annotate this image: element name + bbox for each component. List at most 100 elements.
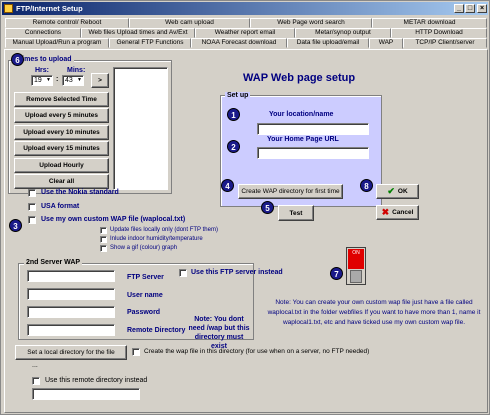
- second-server-note: Note: You dont need /wap but this direct…: [188, 316, 250, 350]
- create-wap-directory-button[interactable]: Create WAP directory for first time: [238, 184, 343, 199]
- remove-selected-time-button[interactable]: Remove Selected Time: [14, 92, 109, 107]
- test-button[interactable]: Test: [278, 205, 314, 221]
- set-local-directory-button[interactable]: Set a local directory for the file: [15, 345, 127, 360]
- badge-5: 5: [261, 201, 274, 214]
- power-switch[interactable]: ON: [346, 247, 366, 285]
- hours-dropdown-icon[interactable]: ▼: [46, 76, 51, 85]
- tab-weather-report-email[interactable]: Weather report email: [195, 28, 295, 38]
- tab-metar-synop-output[interactable]: Metar/synop output: [295, 28, 391, 38]
- upload-every-15-button[interactable]: Upload every 15 minutes: [14, 141, 109, 156]
- x-icon: ✖: [381, 207, 390, 217]
- custom-wap-note: Note: You can create your own custom wap…: [267, 299, 481, 326]
- homepage-label: Your Home Page URL: [267, 136, 339, 143]
- tab-web-cam-upload[interactable]: Web cam upload: [129, 18, 250, 28]
- tab-row-1: Remote control/ Reboot Web cam upload We…: [5, 18, 487, 28]
- user-name-label: User name: [127, 292, 163, 299]
- tab-general-ftp[interactable]: General FTP Functions: [109, 38, 191, 48]
- badge-1: 1: [227, 108, 240, 121]
- location-label: Your location/name: [269, 111, 334, 118]
- minutes-select[interactable]: 43 ▼: [62, 75, 84, 86]
- minimize-button[interactable]: _: [454, 4, 464, 13]
- upload-every-5-button[interactable]: Upload every 5 minutes: [14, 108, 109, 123]
- badge-8: 8: [360, 179, 373, 192]
- use-ftp-server-checkbox[interactable]: [179, 269, 187, 277]
- tab-connections[interactable]: Connections: [5, 28, 81, 38]
- ok-label: OK: [397, 188, 408, 195]
- ok-button[interactable]: ✔ OK: [376, 184, 419, 199]
- badge-6: 6: [11, 53, 24, 66]
- hours-select[interactable]: 19 ▼: [31, 75, 53, 86]
- badge-7: 7: [330, 267, 343, 280]
- close-button[interactable]: ×: [477, 4, 487, 13]
- location-input[interactable]: [257, 123, 369, 135]
- window-title: FTP/Internet Setup: [16, 4, 83, 13]
- cancel-button[interactable]: ✖ Cancel: [376, 205, 419, 220]
- hrs-label: Hrs:: [35, 67, 50, 74]
- times-to-upload-group: Times to upload Hrs: Mins: 19 ▼ : 43 ▼ >…: [8, 56, 172, 194]
- update-local-label: Update files locally only (dont FTP them…: [110, 227, 218, 233]
- check-icon: ✔: [387, 186, 395, 196]
- tab-remote-control[interactable]: Remote control/ Reboot: [5, 18, 129, 28]
- tab-http-download[interactable]: HTTP Download: [391, 28, 487, 38]
- tab-metar-download[interactable]: METAR download: [372, 18, 487, 28]
- upload-times-list[interactable]: [113, 67, 168, 190]
- create-wap-in-dir-checkbox[interactable]: [132, 348, 140, 356]
- upload-every-10-button[interactable]: Upload every 10 minutes: [14, 125, 109, 140]
- add-time-button[interactable]: >: [91, 73, 109, 88]
- maximize-button[interactable]: □: [465, 4, 475, 13]
- ftp-server-input[interactable]: [27, 270, 115, 282]
- tab-wap[interactable]: WAP: [369, 38, 403, 49]
- tab-noaa-forecast[interactable]: NOAA Forecast download: [191, 38, 287, 48]
- gif-graph-label: Show a gif (colour) graph: [110, 245, 178, 251]
- user-name-input[interactable]: [27, 288, 115, 300]
- indoor-checkbox[interactable]: [100, 236, 107, 243]
- times-legend: Times to upload: [16, 56, 74, 63]
- homepage-input[interactable]: [257, 147, 369, 159]
- wap-tab-pane: Times to upload Hrs: Mins: 19 ▼ : 43 ▼ >…: [4, 49, 488, 413]
- clear-all-button[interactable]: Clear all: [14, 174, 109, 189]
- update-local-checkbox[interactable]: [100, 227, 107, 234]
- gif-graph-checkbox[interactable]: [100, 245, 107, 252]
- tab-row-2: Connections Web files Upload times and A…: [5, 28, 487, 38]
- tab-row-3: Manual Upload/Run a program General FTP …: [5, 38, 487, 49]
- nokia-label: Use the Nokia standard: [41, 189, 119, 196]
- app-icon: [4, 4, 13, 13]
- remote-directory-input[interactable]: [27, 324, 115, 336]
- tab-data-file-upload[interactable]: Data file upload/email: [287, 38, 369, 48]
- minutes-dropdown-icon[interactable]: ▼: [77, 76, 82, 85]
- time-colon: :: [56, 76, 59, 83]
- cancel-label: Cancel: [392, 209, 414, 216]
- badge-3: 3: [9, 219, 22, 232]
- custom-wap-label: Use my own custom WAP file (waplocal.txt…: [41, 216, 186, 223]
- title-bar: FTP/Internet Setup _ □ ×: [2, 2, 488, 15]
- minutes-value: 43: [65, 77, 73, 84]
- upload-hourly-button[interactable]: Upload Hourly: [14, 158, 109, 173]
- use-remote-dir-label: Use this remote directory instead: [45, 377, 148, 384]
- password-label: Password: [127, 309, 161, 316]
- hours-value: 19: [34, 77, 42, 84]
- badge-2: 2: [227, 140, 240, 153]
- local-directory-value: ...: [32, 362, 38, 369]
- second-server-legend: 2nd Server WAP: [24, 259, 83, 266]
- ftp-server-label: FTP Server: [127, 274, 164, 281]
- tab-web-files-upload[interactable]: Web files Upload times and Av/Ext: [81, 28, 195, 38]
- custom-wap-checkbox[interactable]: [28, 216, 36, 224]
- wap-heading: WAP Web page setup: [243, 72, 356, 84]
- switch-on-indicator: ON: [348, 249, 364, 269]
- use-remote-dir-checkbox[interactable]: [32, 377, 40, 385]
- usa-format-checkbox[interactable]: [28, 203, 36, 211]
- nokia-checkbox[interactable]: [28, 189, 36, 197]
- create-wap-in-dir-label: Create the wap file in this directory (f…: [144, 348, 370, 355]
- tab-web-page-word-search[interactable]: Web Page word search: [250, 18, 372, 28]
- mins-label: Mins:: [67, 67, 86, 74]
- second-server-group: 2nd Server WAP FTP Server Use this FTP s…: [18, 259, 283, 350]
- tab-manual-upload[interactable]: Manual Upload/Run a program: [5, 38, 109, 48]
- remote-directory-label: Remote Directory: [127, 327, 186, 334]
- ftp-setup-window: FTP/Internet Setup _ □ × Remote control/…: [0, 0, 490, 415]
- remote-directory-instead-input[interactable]: [32, 388, 140, 400]
- password-input[interactable]: [27, 306, 115, 318]
- setup-legend: Set up: [225, 92, 251, 99]
- badge-4: 4: [221, 179, 234, 192]
- switch-toggle-knob: [350, 270, 362, 283]
- tab-tcpip-client-server[interactable]: TCP/IP Client/server: [403, 38, 487, 48]
